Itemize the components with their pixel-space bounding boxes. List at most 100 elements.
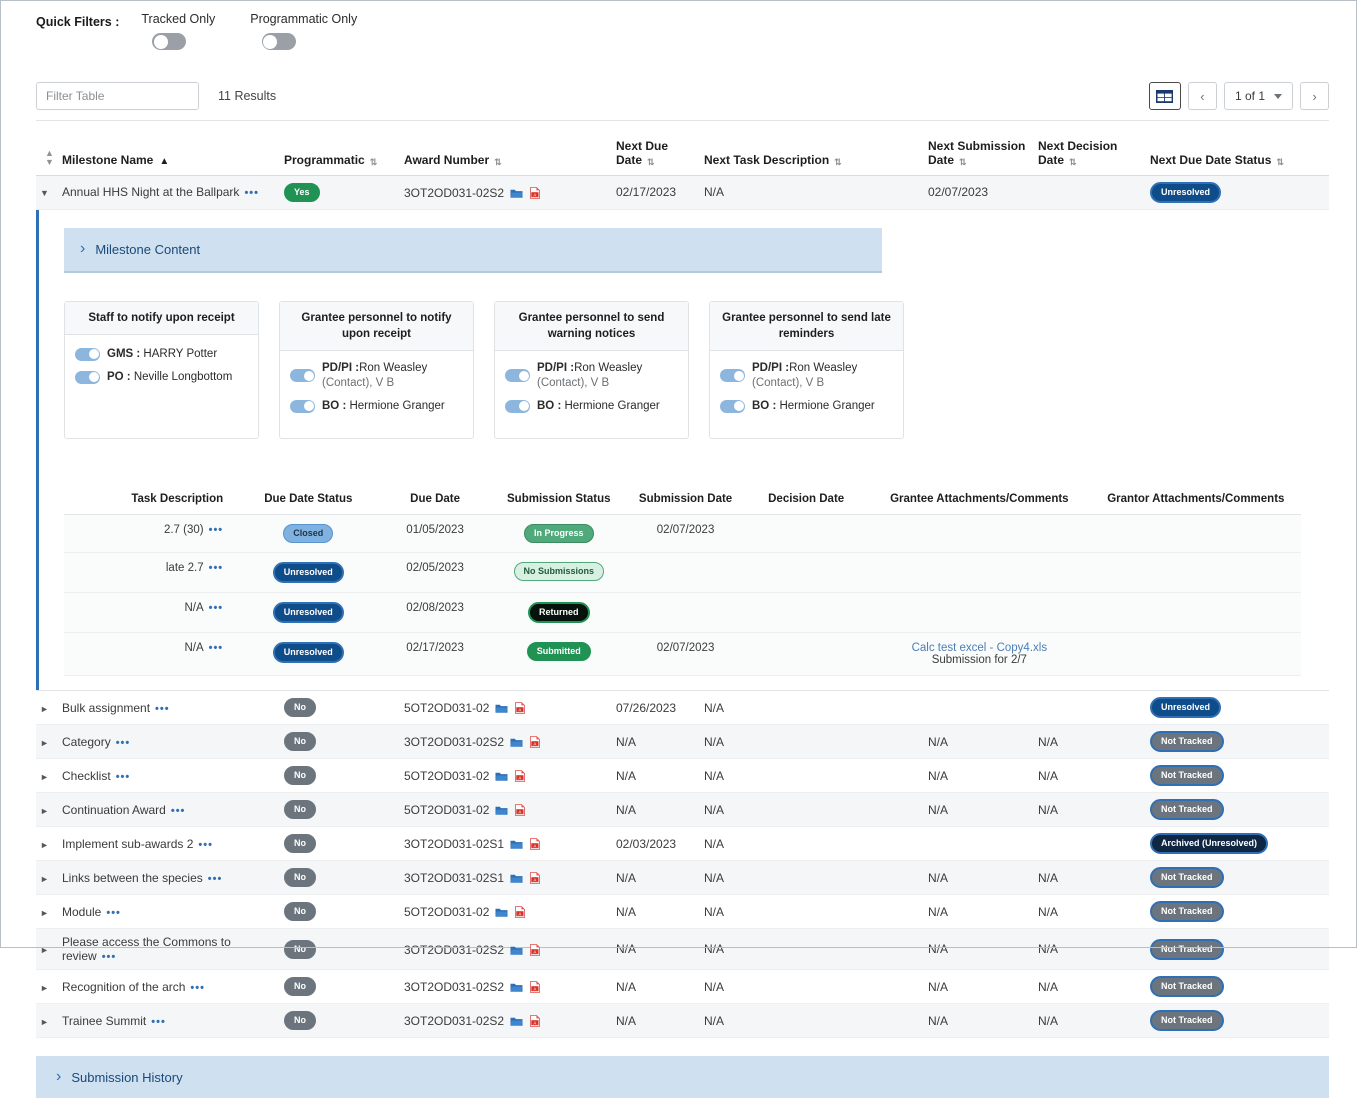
col-programmatic[interactable]: Programmatic ⇅ bbox=[280, 121, 400, 176]
notify-toggle[interactable] bbox=[720, 369, 745, 382]
folder-icon[interactable] bbox=[495, 907, 508, 921]
sort-icon[interactable]: ▲ ▼ bbox=[45, 148, 54, 167]
folder-icon[interactable] bbox=[510, 1016, 523, 1030]
row-actions-icon[interactable]: ••• bbox=[209, 642, 224, 654]
folder-icon[interactable] bbox=[510, 188, 523, 202]
expand-row-icon[interactable]: ► bbox=[40, 983, 49, 993]
expand-row-icon[interactable]: ► bbox=[40, 738, 49, 748]
sort-icon[interactable]: ⇅ bbox=[834, 157, 842, 167]
notify-toggle[interactable] bbox=[505, 369, 530, 382]
pdf-icon[interactable]: A bbox=[530, 186, 540, 202]
expand-row-icon[interactable]: ► bbox=[40, 772, 49, 782]
row-actions-icon[interactable]: ••• bbox=[208, 873, 223, 885]
sort-icon[interactable]: ⇅ bbox=[494, 157, 502, 167]
table-row[interactable]: ► Module ••• No 5OT2OD031-02 A N/A N/A N/A N/A Not… bbox=[36, 894, 1329, 929]
expand-row-icon[interactable]: ► bbox=[40, 908, 49, 918]
expand-row-icon[interactable]: ► bbox=[40, 704, 49, 714]
previous-page-button[interactable]: ‹ bbox=[1187, 82, 1217, 110]
row-actions-icon[interactable]: ••• bbox=[116, 737, 131, 749]
folder-icon[interactable] bbox=[510, 839, 523, 853]
pdf-icon[interactable]: A bbox=[530, 736, 540, 751]
folder-icon[interactable] bbox=[495, 703, 508, 717]
next-page-button[interactable]: › bbox=[1300, 82, 1329, 110]
expand-row-icon[interactable]: ▼ bbox=[40, 188, 49, 198]
grid-view-icon[interactable] bbox=[1148, 82, 1181, 110]
filter-table-input[interactable] bbox=[36, 82, 199, 110]
table-row[interactable]: ► Category ••• No 3OT2OD031-02S2 A N/A N/A N/A N/… bbox=[36, 724, 1329, 759]
sort-icon[interactable]: ⇅ bbox=[647, 157, 655, 167]
milestone-content-section[interactable]: › Milestone Content bbox=[64, 227, 882, 273]
table-row[interactable]: ► Links between the species ••• No 3OT2OD031… bbox=[36, 860, 1329, 895]
row-actions-icon[interactable]: ••• bbox=[209, 524, 224, 536]
row-actions-icon[interactable]: ••• bbox=[116, 771, 131, 783]
folder-icon[interactable] bbox=[510, 982, 523, 996]
expand-row-icon[interactable]: ► bbox=[40, 840, 49, 850]
col-next-decision-date[interactable]: Next Decision Date ⇅ bbox=[1034, 121, 1146, 176]
expand-row-cell[interactable]: ► bbox=[36, 1003, 58, 1038]
col-expand[interactable]: ▲ ▼ bbox=[36, 121, 58, 176]
pdf-icon[interactable]: A bbox=[530, 943, 540, 959]
expand-row-cell[interactable]: ▼ bbox=[36, 175, 58, 210]
expand-row-icon[interactable]: ► bbox=[40, 945, 49, 955]
sort-icon[interactable]: ⇅ bbox=[1069, 157, 1077, 167]
folder-icon[interactable] bbox=[510, 737, 523, 751]
col-next-due-date-status[interactable]: Next Due Date Status ⇅ bbox=[1146, 121, 1329, 176]
row-actions-icon[interactable]: ••• bbox=[106, 907, 121, 919]
expand-row-icon[interactable]: ► bbox=[40, 874, 49, 884]
table-row[interactable]: ► Bulk assignment ••• No 5OT2OD031-02 A 07/26/… bbox=[36, 690, 1329, 725]
col-next-task-description[interactable]: Next Task Description ⇅ bbox=[700, 121, 924, 176]
pdf-icon[interactable]: A bbox=[530, 981, 540, 996]
table-row[interactable]: ▼ Annual HHS Night at the Ballpark ••• Yes 3… bbox=[36, 175, 1329, 210]
expand-row-cell[interactable]: ► bbox=[36, 792, 58, 827]
notify-toggle[interactable] bbox=[75, 370, 100, 384]
expand-row-icon[interactable]: ► bbox=[40, 1017, 49, 1027]
row-actions-icon[interactable]: ••• bbox=[151, 1016, 166, 1028]
row-actions-icon[interactable]: ••• bbox=[171, 805, 186, 817]
expand-row-cell[interactable]: ► bbox=[36, 928, 58, 970]
expand-row-cell[interactable]: ► bbox=[36, 969, 58, 1004]
col-milestone-name[interactable]: Milestone Name ▲ bbox=[58, 121, 280, 176]
table-row[interactable]: ► Implement sub-awards 2 ••• No 3OT2OD031-02… bbox=[36, 826, 1329, 861]
expand-row-cell[interactable]: ► bbox=[36, 826, 58, 861]
page-selector[interactable]: 1 of 1 bbox=[1223, 82, 1293, 110]
row-actions-icon[interactable]: ••• bbox=[102, 951, 117, 963]
col-award-number[interactable]: Award Number ⇅ bbox=[400, 121, 612, 176]
table-row[interactable]: ► Checklist ••• No 5OT2OD031-02 A N/A N/A N/A N/A… bbox=[36, 758, 1329, 793]
pdf-icon[interactable]: A bbox=[530, 1015, 540, 1030]
notify-toggle[interactable] bbox=[505, 399, 530, 413]
sort-icon[interactable]: ⇅ bbox=[959, 157, 967, 167]
folder-icon[interactable] bbox=[510, 873, 523, 887]
expand-row-cell[interactable]: ► bbox=[36, 860, 58, 895]
pdf-icon[interactable]: A bbox=[515, 906, 526, 921]
folder-icon[interactable] bbox=[495, 771, 508, 785]
col-next-due-date[interactable]: Next Due Date ⇅ bbox=[612, 121, 700, 176]
row-actions-icon[interactable]: ••• bbox=[209, 602, 224, 614]
pdf-icon[interactable]: A bbox=[515, 770, 526, 785]
notify-toggle[interactable] bbox=[75, 347, 100, 361]
expand-row-cell[interactable]: ► bbox=[36, 690, 58, 725]
row-actions-icon[interactable]: ••• bbox=[198, 839, 213, 851]
table-row[interactable]: ► Please access the Commons to review ••• N… bbox=[36, 928, 1329, 970]
submission-history-section[interactable]: › Submission History bbox=[36, 1056, 1329, 1098]
pdf-icon[interactable]: A bbox=[530, 872, 540, 887]
notify-toggle[interactable] bbox=[720, 399, 745, 413]
tracked-only-toggle[interactable] bbox=[152, 33, 187, 50]
sort-icon[interactable]: ⇅ bbox=[1276, 157, 1284, 167]
pdf-icon[interactable]: A bbox=[515, 804, 526, 819]
row-actions-icon[interactable]: ••• bbox=[155, 703, 170, 715]
table-row[interactable]: ► Continuation Award ••• No 5OT2OD031-02 A N/A… bbox=[36, 792, 1329, 827]
sort-icon[interactable]: ⇅ bbox=[370, 157, 378, 167]
row-actions-icon[interactable]: ••• bbox=[209, 562, 224, 574]
col-next-submission-date[interactable]: Next Submission Date ⇅ bbox=[924, 121, 1034, 176]
expand-row-cell[interactable]: ► bbox=[36, 894, 58, 929]
table-row[interactable]: ► Trainee Summit ••• No 3OT2OD031-02S2 A N/A N/… bbox=[36, 1003, 1329, 1038]
notify-toggle[interactable] bbox=[290, 399, 315, 413]
folder-icon[interactable] bbox=[510, 945, 523, 959]
notify-toggle[interactable] bbox=[290, 369, 315, 382]
row-actions-icon[interactable]: ••• bbox=[244, 187, 259, 199]
folder-icon[interactable] bbox=[495, 805, 508, 819]
pdf-icon[interactable]: A bbox=[515, 702, 526, 717]
programmatic-only-toggle[interactable] bbox=[261, 33, 296, 50]
expand-row-icon[interactable]: ► bbox=[40, 806, 49, 816]
attachment-link[interactable]: Calc test excel - Copy4.xls bbox=[912, 642, 1048, 654]
